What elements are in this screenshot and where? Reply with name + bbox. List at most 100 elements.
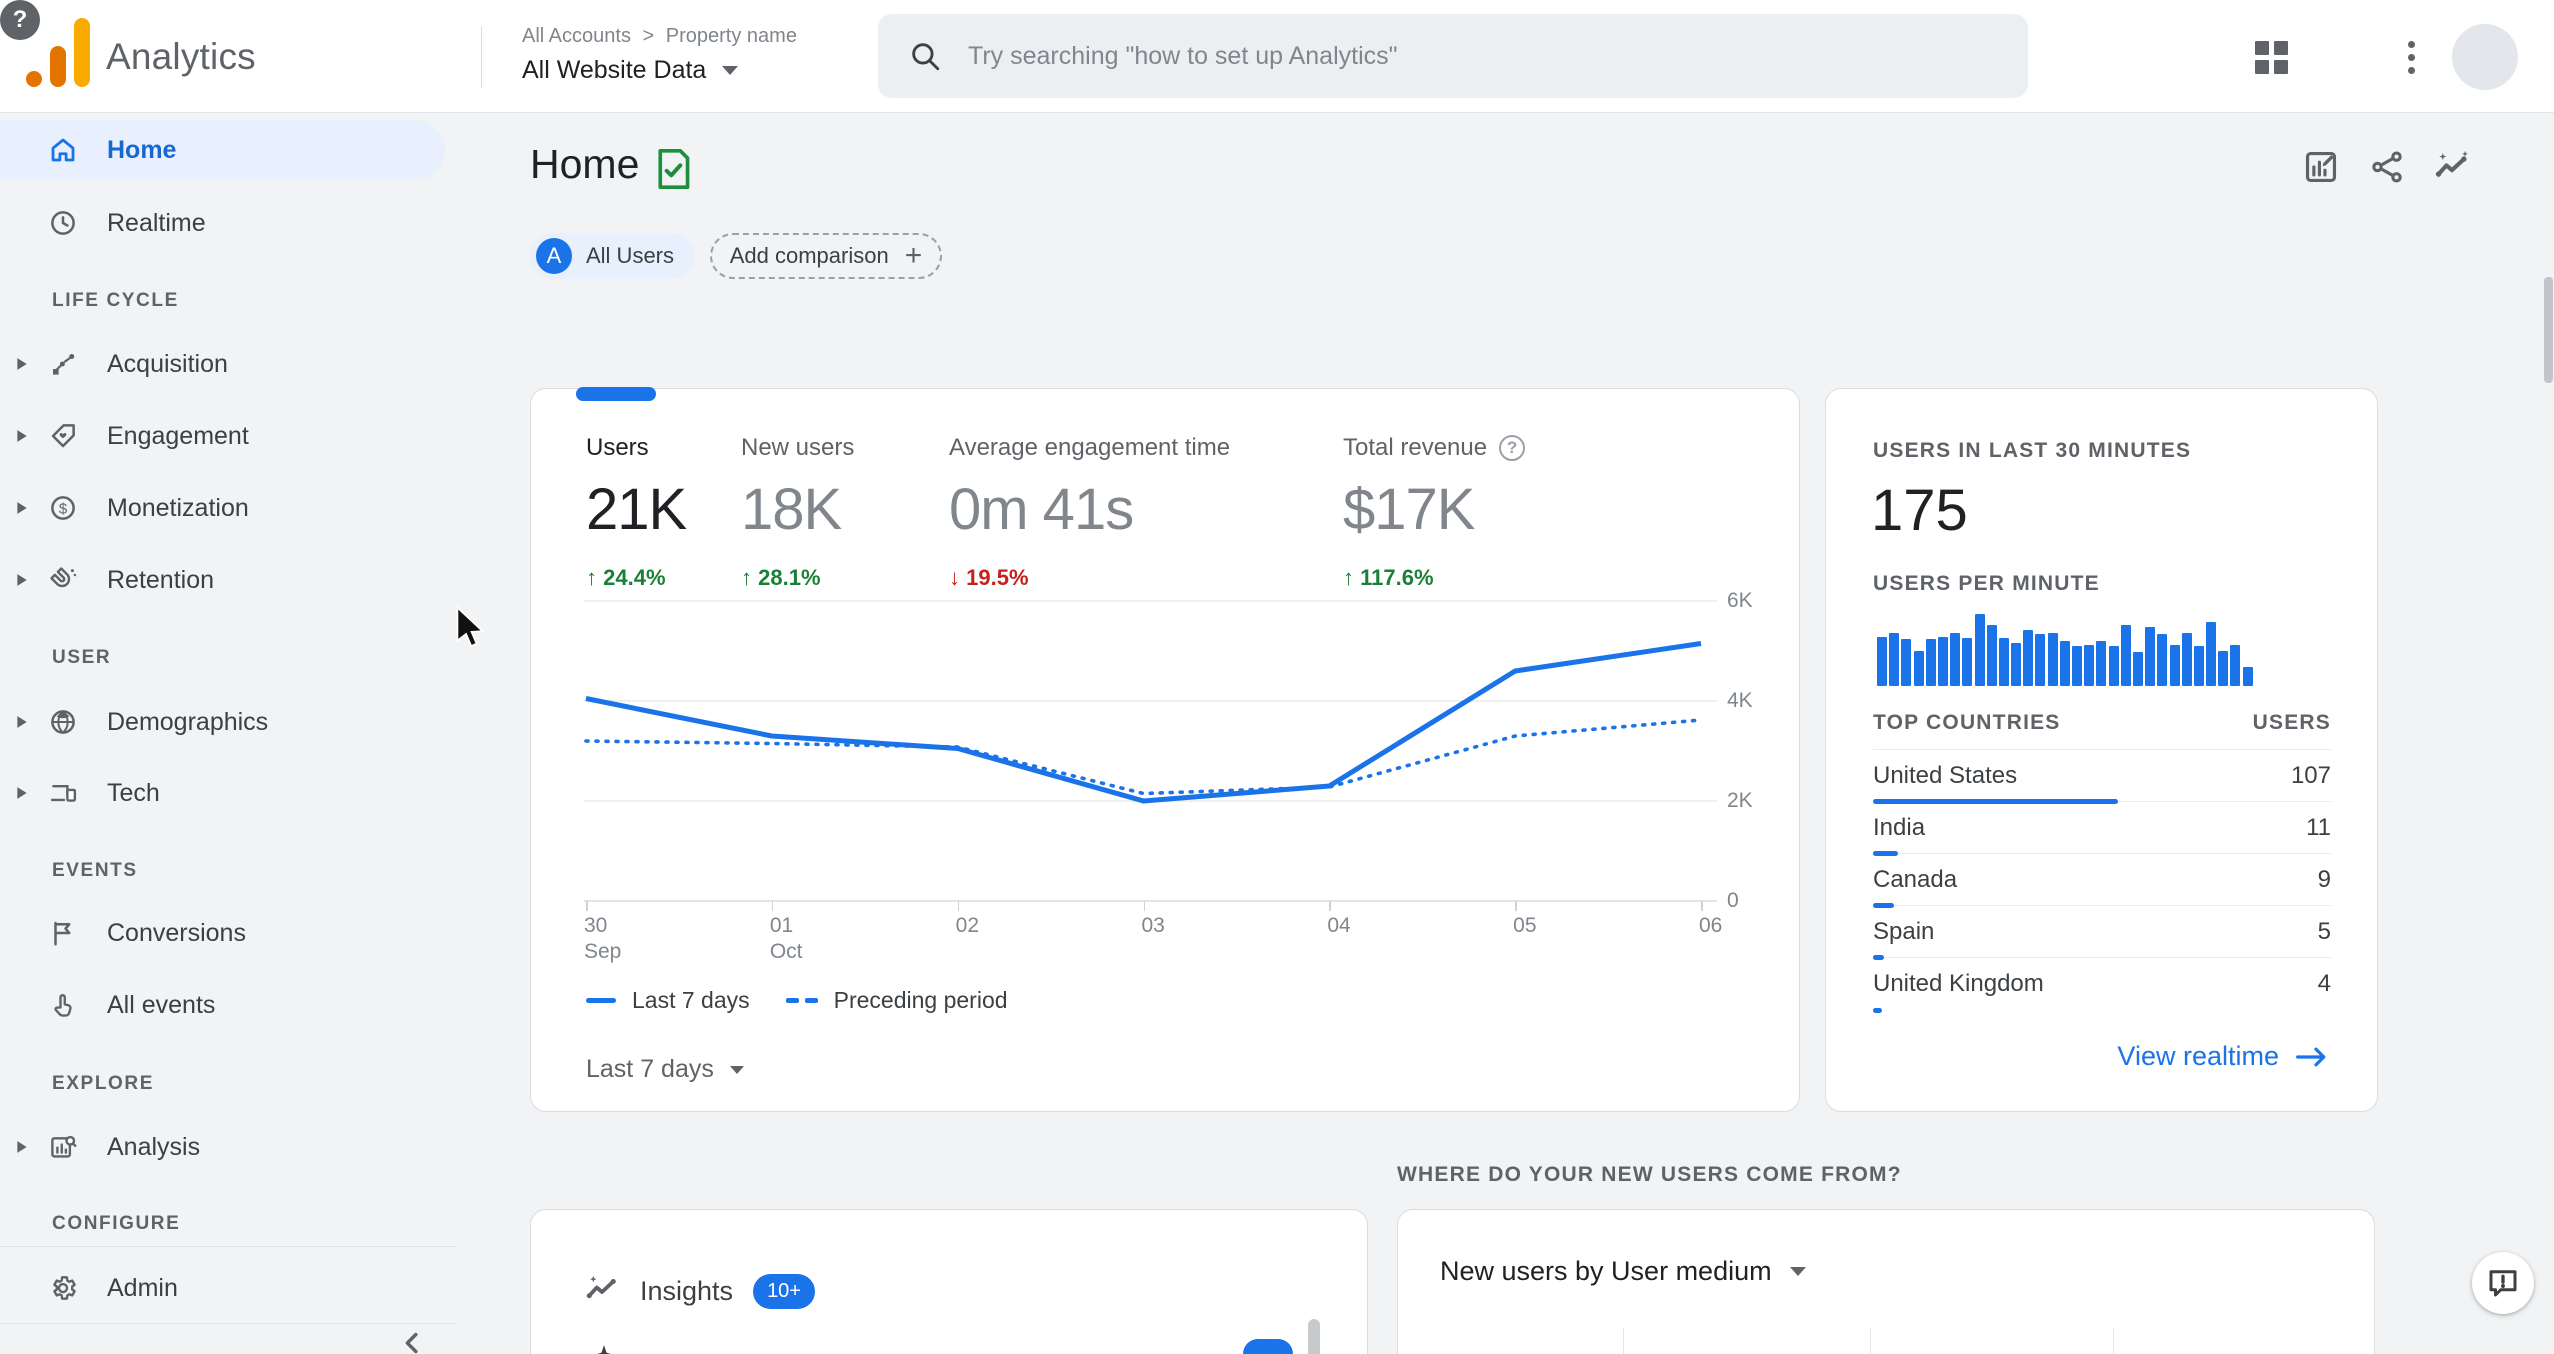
table-row[interactable]: India 11	[1873, 802, 2331, 856]
sidebar-item-tech[interactable]: Tech	[0, 763, 445, 823]
insights-card: Insights 10+	[530, 1209, 1368, 1354]
chevron-down-icon	[722, 66, 739, 75]
analytics-logo-icon	[74, 18, 90, 87]
help-icon[interactable]: ?	[0, 0, 40, 40]
minute-bar	[2120, 624, 2131, 686]
minute-bar	[2157, 634, 2168, 686]
table-row[interactable]: United Kingdom 4	[1873, 958, 2331, 1013]
analytics-logo-icon	[50, 46, 66, 87]
breadcrumb[interactable]: All Accounts > Property name	[522, 25, 803, 48]
country-users: 11	[2306, 813, 2331, 841]
expand-arrow-icon[interactable]	[16, 715, 28, 729]
minute-bar	[2181, 632, 2192, 686]
collapse-sidebar-icon[interactable]	[396, 1326, 430, 1354]
sidebar-item-monetization[interactable]: $ Monetization	[0, 478, 445, 538]
minute-bar	[2047, 632, 2058, 686]
overview-metrics-card: Users 21K ↑ 24.4% New users 18K ↑ 28.1% …	[530, 387, 1800, 1112]
acquisition-icon	[48, 349, 78, 379]
breadcrumb-property[interactable]: Property name	[666, 25, 797, 47]
page-scrollbar-thumb[interactable]	[2544, 277, 2553, 383]
sidebar-item-demographics[interactable]: Demographics	[0, 692, 445, 752]
sidebar-item-admin[interactable]: Admin	[0, 1258, 445, 1318]
property-selector-label[interactable]: All Website Data	[522, 56, 706, 85]
bar-chart-gridline	[1870, 1328, 1871, 1354]
legend-label: Preceding period	[833, 987, 1008, 1013]
sidebar-divider	[0, 1246, 456, 1247]
sidebar-item-label: Realtime	[107, 208, 206, 237]
feedback-bubble-icon	[2489, 1270, 2517, 1297]
countries-column-header: TOP COUNTRIES	[1873, 711, 2061, 734]
expand-arrow-icon[interactable]	[16, 429, 28, 443]
bar-chart-gridline	[2113, 1328, 2114, 1354]
expand-arrow-icon[interactable]	[16, 501, 28, 515]
minute-bar	[2072, 646, 2082, 686]
sidebar-divider	[0, 1323, 456, 1324]
expand-arrow-icon[interactable]	[16, 573, 28, 587]
sidebar-item-home[interactable]: Home	[0, 120, 445, 180]
insights-scrollbar[interactable]	[1308, 1319, 1320, 1354]
legend-label: Last 7 days	[632, 987, 750, 1013]
property-selector[interactable]: All Website Data	[522, 56, 739, 85]
arrow-right-icon	[2296, 1047, 2326, 1066]
breadcrumb-account[interactable]: All Accounts	[522, 25, 631, 47]
all-users-chip[interactable]: A All Users	[530, 233, 695, 279]
table-row[interactable]: United States 107	[1873, 750, 2331, 804]
realtime-card: USERS IN LAST 30 MINUTES 175 USERS PER M…	[1825, 388, 2378, 1112]
search-input[interactable]	[968, 41, 1998, 71]
sidebar-item-label: Engagement	[107, 421, 249, 450]
sidebar-item-conversions[interactable]: Conversions	[0, 903, 445, 963]
all-users-label: All Users	[586, 243, 675, 268]
insight-item-sparkle-icon	[587, 1341, 621, 1354]
table-row[interactable]: Spain 5	[1873, 906, 2331, 960]
sidebar-item-acquisition[interactable]: Acquisition	[0, 334, 445, 394]
more-options-icon[interactable]	[2392, 38, 2430, 76]
date-range-selector[interactable]: Last 7 days	[586, 1055, 744, 1084]
minute-bar	[1877, 637, 1887, 686]
expand-arrow-icon[interactable]	[16, 357, 28, 371]
sidebar-item-analysis[interactable]: Analysis	[0, 1117, 445, 1177]
sidebar-item-engagement[interactable]: Engagement	[0, 406, 445, 466]
chevron-down-icon	[1789, 1267, 1806, 1276]
gear-icon	[48, 1273, 78, 1303]
monetization-icon: $	[48, 493, 78, 523]
sidebar-item-label: All events	[107, 990, 216, 1019]
sidebar-item-label: Home	[107, 135, 177, 164]
sidebar-item-all-events[interactable]: All events	[0, 975, 445, 1035]
apps-grid-icon[interactable]	[2252, 38, 2290, 76]
insight-badge-partial	[1243, 1339, 1293, 1354]
feedback-button[interactable]	[2472, 1252, 2534, 1314]
share-icon[interactable]	[2368, 148, 2406, 191]
table-row[interactable]: Canada 9	[1873, 854, 2331, 908]
analytics-logo-icon	[26, 71, 42, 87]
bar-chart-gridline	[1623, 1328, 1624, 1354]
add-comparison-button[interactable]: Add comparison +	[710, 233, 942, 279]
sidebar-section-title: EXPLORE	[52, 1073, 154, 1094]
expand-arrow-icon[interactable]	[16, 786, 28, 800]
country-name: India	[1873, 813, 1926, 841]
new-users-dimension-selector[interactable]: New users by User medium	[1440, 1256, 1806, 1287]
header-divider	[481, 26, 482, 88]
flag-icon	[48, 918, 78, 948]
analytics-app: Analytics All Accounts > Property name A…	[0, 0, 2554, 1354]
view-realtime-link[interactable]: View realtime	[2117, 1041, 2329, 1072]
users-per-minute-bars	[1877, 614, 2257, 686]
sidebar-item-realtime[interactable]: Realtime	[0, 193, 445, 253]
country-users: 5	[2317, 917, 2331, 945]
sidebar-item-label: Admin	[107, 1273, 178, 1302]
sidebar-item-retention[interactable]: Retention	[0, 550, 445, 610]
y-axis-label: 4K	[1727, 689, 1753, 712]
minute-bar	[2193, 646, 2204, 686]
minute-bar	[1962, 637, 1973, 686]
sidebar-section-title: USER	[52, 647, 112, 668]
minute-bar	[2145, 626, 2156, 686]
customize-report-icon[interactable]	[2302, 148, 2340, 191]
minute-bar	[1950, 633, 1961, 686]
expand-arrow-icon[interactable]	[16, 1140, 28, 1154]
insights-sparkle-icon[interactable]	[2433, 148, 2471, 191]
avatar[interactable]	[2452, 24, 2518, 90]
insights-sparkle-icon	[584, 1271, 620, 1312]
comparison-badge: A	[536, 238, 572, 274]
legend-solid-line-icon	[586, 998, 616, 1003]
search-bar[interactable]	[878, 14, 2028, 98]
insights-count-badge[interactable]: 10+	[753, 1274, 815, 1309]
